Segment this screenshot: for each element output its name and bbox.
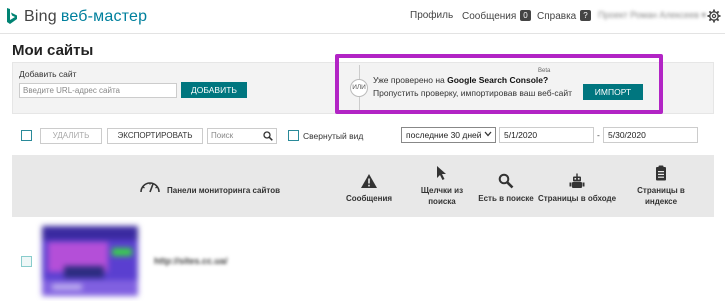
nav-messages-label: Сообщения <box>462 11 517 22</box>
nav-profile[interactable]: Профиль <box>410 10 453 21</box>
collapsed-view-label: Свернутый вид <box>303 131 364 141</box>
col-clicks[interactable]: Щелчки из поиска <box>410 165 474 207</box>
top-bar: Bing веб-мастер Профиль Сообщения 0 Справк… <box>0 0 725 34</box>
date-from-input[interactable]: 5/1/2020 <box>499 127 594 143</box>
page-title: Мои сайты <box>12 42 94 59</box>
bing-b-icon <box>6 8 18 26</box>
brand-name: Bing <box>24 8 57 25</box>
col-indexed-in-search[interactable]: Есть в поиске <box>475 173 537 204</box>
product-name: веб-мастер <box>60 8 148 25</box>
chevron-down-icon <box>484 129 492 141</box>
period-select[interactable]: последние 30 дней <box>401 127 496 143</box>
table-row: http://sites.cc.ua/ <box>12 218 714 301</box>
col-messages[interactable]: Сообщения <box>342 173 396 204</box>
select-all-checkbox[interactable] <box>21 130 32 141</box>
gear-icon[interactable] <box>707 9 721 28</box>
nav-help[interactable]: Справка? <box>537 10 591 22</box>
messages-count-badge: 0 <box>520 10 531 21</box>
import-highlight-frame <box>335 54 663 114</box>
gauge-icon <box>139 178 161 198</box>
warning-icon <box>361 174 377 188</box>
table-header: Панели мониторинга сайтов Сообщения Щелч… <box>12 155 714 217</box>
bing-logo[interactable]: Bing веб-мастер <box>6 8 147 26</box>
delete-button[interactable]: УДАЛИТЬ <box>40 128 102 144</box>
add-site-label: Добавить сайт <box>19 69 77 79</box>
date-to-input[interactable]: 5/30/2020 <box>603 127 698 143</box>
col-indexed-pages[interactable]: Страницы в индексе <box>626 165 696 207</box>
user-name: Проект Роман Алексеев <box>598 10 700 20</box>
robot-icon <box>569 173 585 188</box>
collapsed-view-checkbox[interactable] <box>288 130 299 141</box>
help-badge: ? <box>580 10 591 21</box>
nav-messages[interactable]: Сообщения 0 <box>462 10 531 22</box>
site-url-link[interactable]: http://sites.cc.ua/ <box>154 256 228 266</box>
add-site-button[interactable]: ДОБАВИТЬ <box>181 82 247 98</box>
cursor-icon <box>437 166 446 180</box>
nav-help-label: Справка <box>537 11 577 22</box>
row-checkbox[interactable] <box>21 256 32 267</box>
date-range-separator: - <box>597 130 600 140</box>
search-icon[interactable] <box>263 131 273 143</box>
site-thumbnail[interactable] <box>42 226 138 296</box>
document-icon <box>656 165 666 181</box>
search-icon <box>498 173 514 189</box>
export-button[interactable]: ЭКСПОРТИРОВАТЬ <box>107 128 203 144</box>
col-crawled-pages[interactable]: Страницы в обходе <box>535 173 619 204</box>
site-url-input[interactable]: Введите URL-адрес сайта <box>19 83 177 98</box>
search-input[interactable]: Поиск <box>207 128 277 144</box>
user-menu[interactable]: Проект Роман Алексеев ▾ <box>598 10 706 21</box>
